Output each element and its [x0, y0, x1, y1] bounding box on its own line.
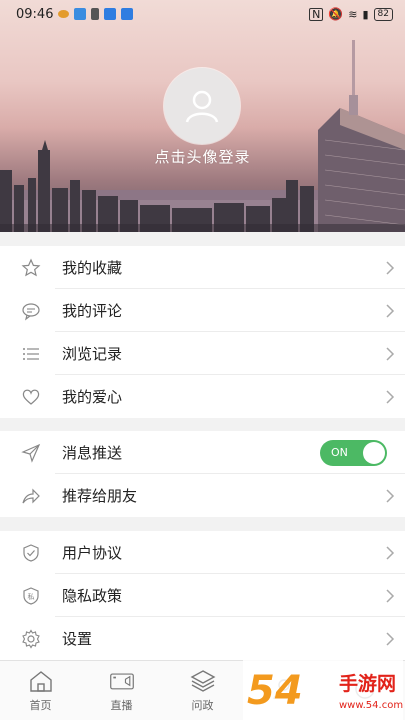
eye-icon [58, 10, 70, 18]
mute-icon: 🔕 [328, 7, 344, 21]
status-left: 09:46 [16, 6, 134, 22]
battery-icon: 82 [373, 7, 393, 21]
menu-section-legal: 用户协议 私 隐私政策 设置 [0, 531, 405, 660]
nav-politics[interactable]: 问政 [162, 661, 243, 720]
nav-home-label: 首页 [29, 698, 52, 712]
toggle-knob [363, 441, 385, 464]
home-icon [29, 670, 52, 692]
site-watermark-logo: 54 手游网 www.54.com [243, 660, 403, 720]
watermark-main-text: 54 [247, 668, 303, 714]
settings-label: 设置 [62, 630, 93, 648]
chevron-right-icon [386, 588, 395, 603]
push-notification-toggle[interactable]: ON [320, 439, 387, 466]
app-notification-icon [74, 8, 87, 20]
loves-label: 我的爱心 [62, 388, 123, 406]
login-prompt[interactable]: 点击头像登录 [0, 146, 405, 167]
status-bar: 09:46 N 🔕 ≋ ▮ 82 [0, 0, 405, 28]
send-icon [21, 443, 41, 463]
status-right: N 🔕 ≋ ▮ 82 [309, 7, 393, 21]
favorites-label: 我的收藏 [62, 259, 123, 277]
chevron-right-icon [386, 260, 395, 275]
chevron-right-icon [386, 488, 395, 503]
push-notification-label: 消息推送 [62, 444, 123, 462]
signal-icon: ▮ [362, 7, 369, 21]
nav-home[interactable]: 首页 [0, 661, 81, 720]
comments-label: 我的评论 [62, 302, 123, 320]
privacy-policy-label: 隐私政策 [62, 587, 123, 605]
menu-section-personal: 我的收藏 我的评论 浏览记录 我的爱心 [0, 246, 405, 418]
recommend-row[interactable]: 推荐给朋友 [0, 474, 405, 517]
loves-row[interactable]: 我的爱心 [0, 375, 405, 418]
user-agreement-label: 用户协议 [62, 544, 123, 562]
shield-app-icon [121, 8, 134, 20]
share-icon [22, 488, 40, 503]
nav-live-label: 直播 [110, 698, 133, 712]
nav-live[interactable]: 直播 [81, 661, 162, 720]
battery-app-icon [91, 8, 100, 20]
recommend-label: 推荐给朋友 [62, 487, 138, 505]
video-camera-icon [109, 672, 134, 689]
chevron-right-icon [386, 389, 395, 404]
status-time: 09:46 [16, 6, 54, 22]
chevron-right-icon [386, 303, 395, 318]
chevron-right-icon [386, 346, 395, 361]
push-notification-row: 消息推送 ON [0, 431, 405, 474]
wifi-icon: ≋ [348, 7, 358, 21]
avatar-button[interactable] [164, 68, 240, 144]
shield-icon [23, 543, 39, 562]
layers-icon [190, 669, 215, 692]
user-placeholder-icon [185, 90, 219, 123]
nav-politics-label: 问政 [191, 698, 214, 712]
user-agreement-row[interactable]: 用户协议 [0, 531, 405, 574]
toggle-on-text: ON [331, 445, 348, 459]
list-icon [23, 347, 39, 360]
heart-icon [22, 389, 40, 405]
history-row[interactable]: 浏览记录 [0, 332, 405, 375]
watermark-cn-text: 手游网 [339, 672, 396, 695]
favorites-row[interactable]: 我的收藏 [0, 246, 405, 289]
privacy-badge-text: 私 [28, 592, 35, 601]
privacy-policy-row[interactable]: 私 隐私政策 [0, 574, 405, 617]
comments-row[interactable]: 我的评论 [0, 289, 405, 332]
settings-row[interactable]: 设置 [0, 617, 405, 660]
profile-header: 点击头像登录 [0, 0, 405, 232]
star-icon [21, 258, 41, 276]
chevron-right-icon [386, 545, 395, 560]
history-label: 浏览记录 [62, 345, 123, 363]
gear-icon [22, 628, 40, 649]
menu-section-notifications: 消息推送 ON 推荐给朋友 [0, 431, 405, 517]
privacy-badge-icon: 私 [23, 586, 39, 605]
comment-icon [22, 302, 40, 320]
search-app-icon [104, 8, 117, 20]
watermark-url-text: www.54.com [339, 700, 403, 711]
chevron-right-icon [386, 631, 395, 646]
nfc-icon: N [309, 7, 324, 21]
